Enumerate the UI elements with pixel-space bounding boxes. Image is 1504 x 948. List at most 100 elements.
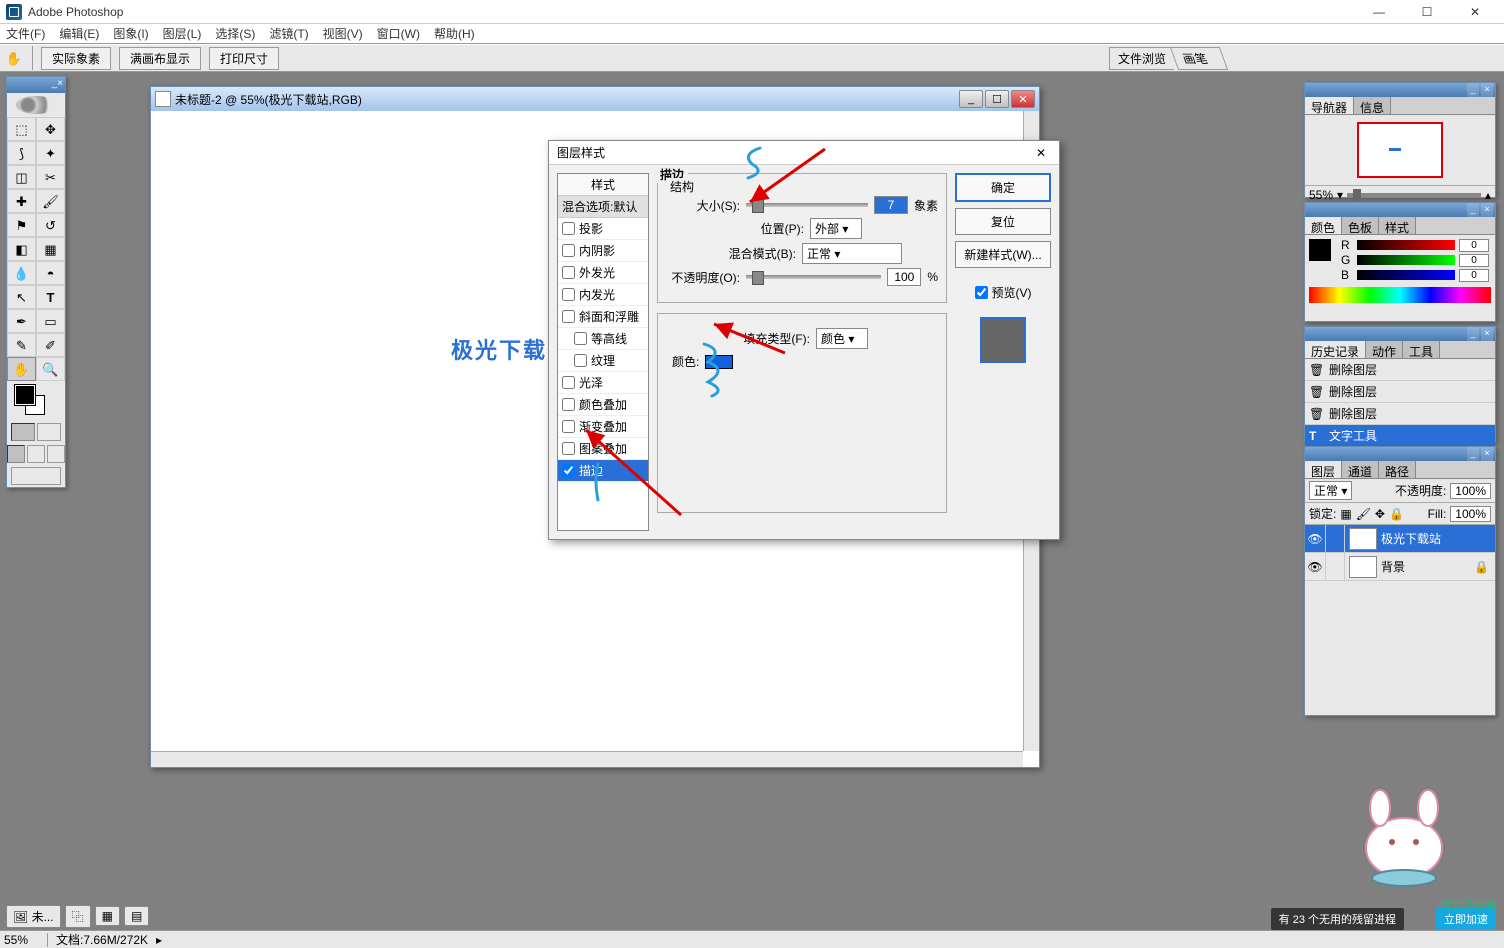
notes-tool-icon[interactable]: ✎ (7, 333, 36, 357)
hand-tool-icon[interactable]: ✋ (0, 44, 28, 72)
checkbox[interactable] (562, 376, 575, 389)
print-size-button[interactable]: 打印尺寸 (209, 47, 279, 70)
brush-tool-icon[interactable]: 🖌 (36, 189, 65, 213)
checkbox[interactable] (574, 332, 587, 345)
ok-button[interactable]: 确定 (955, 173, 1051, 202)
history-item[interactable]: 🗑删除图层 (1305, 381, 1495, 403)
style-texture[interactable]: 纹理 (558, 350, 648, 372)
style-contour[interactable]: 等高线 (558, 328, 648, 350)
g-slider[interactable] (1357, 255, 1455, 265)
position-select[interactable]: 外部 ▾ (810, 218, 862, 239)
file-browser-tab[interactable]: 文件浏览 (1109, 47, 1174, 70)
zoom-in-icon[interactable]: ▴ (1485, 188, 1491, 202)
style-satin[interactable]: 光泽 (558, 372, 648, 394)
checkbox[interactable] (562, 288, 575, 301)
style-color-overlay[interactable]: 颜色叠加 (558, 394, 648, 416)
screenmode-toggle[interactable] (7, 443, 65, 465)
menu-view[interactable]: 视图(V) (323, 25, 363, 42)
foreground-swatch[interactable] (1309, 239, 1331, 261)
horizontal-scrollbar[interactable] (151, 751, 1023, 767)
foreground-color-icon[interactable] (15, 385, 35, 405)
screen-standard-icon[interactable] (7, 445, 25, 463)
link-icon[interactable] (1325, 553, 1345, 580)
tab-channels[interactable]: 通道 (1342, 461, 1379, 478)
menu-filter[interactable]: 滤镜(T) (269, 25, 308, 42)
quickmask-mode-icon[interactable] (37, 423, 61, 441)
link-icon[interactable] (1325, 525, 1345, 552)
maximize-button[interactable]: ☐ (1412, 2, 1442, 22)
dialog-close-button[interactable]: ✕ (1031, 146, 1051, 160)
layer-row[interactable]: 👁 背景 🔒 (1305, 553, 1495, 581)
slice-tool-icon[interactable]: ✂ (36, 165, 65, 189)
checkbox[interactable] (562, 244, 575, 257)
path-tool-icon[interactable]: ↖ (7, 285, 36, 309)
blend-options-row[interactable]: 混合选项:默认 (558, 196, 648, 218)
spectrum-bar[interactable] (1309, 287, 1491, 303)
status-menu-icon[interactable]: ▸ (156, 933, 162, 947)
lasso-tool-icon[interactable]: ⟆ (7, 141, 36, 165)
screen-full-menu-icon[interactable] (27, 445, 45, 463)
size-slider[interactable] (746, 203, 868, 207)
opacity-input[interactable]: 100 (887, 268, 921, 286)
tab-info[interactable]: 信息 (1354, 97, 1391, 114)
type-tool-icon[interactable]: T (36, 285, 65, 309)
imageready-icon[interactable] (11, 467, 61, 485)
style-pattern-overlay[interactable]: 图案叠加 (558, 438, 648, 460)
doc-maximize-button[interactable]: ☐ (985, 90, 1009, 108)
stroke-color-swatch[interactable] (705, 355, 733, 369)
jump-to-imageready[interactable] (7, 465, 65, 487)
task-item[interactable]: 🖼 未... (6, 905, 61, 928)
tab-paths[interactable]: 路径 (1379, 461, 1416, 478)
nav-zoom-slider[interactable] (1347, 193, 1481, 197)
r-slider[interactable] (1357, 240, 1455, 250)
menu-select[interactable]: 选择(S) (215, 25, 255, 42)
style-outer-glow[interactable]: 外发光 (558, 262, 648, 284)
style-inner-glow[interactable]: 内发光 (558, 284, 648, 306)
navigator-thumbnail[interactable] (1305, 115, 1495, 185)
styles-header[interactable]: 样式 (558, 174, 648, 196)
history-brush-icon[interactable]: ↺ (36, 213, 65, 237)
shape-tool-icon[interactable]: ▭ (36, 309, 65, 333)
style-inner-shadow[interactable]: 内阴影 (558, 240, 648, 262)
tab-actions[interactable]: 动作 (1366, 341, 1403, 358)
menu-window[interactable]: 窗口(W) (377, 25, 420, 42)
dodge-tool-icon[interactable]: ◓ (36, 261, 65, 285)
task-arrange-icon[interactable]: ▤ (124, 906, 149, 926)
menu-layer[interactable]: 图层(L) (163, 25, 202, 42)
lock-paint-icon[interactable]: 🖌 (1356, 507, 1371, 521)
panel-header[interactable]: _× (1305, 327, 1495, 341)
panel-header[interactable]: _× (1305, 447, 1495, 461)
layer-name[interactable]: 极光下载站 (1381, 530, 1441, 547)
checkbox[interactable] (562, 398, 575, 411)
move-tool-icon[interactable]: ✥ (36, 117, 65, 141)
preview-checkbox[interactable]: 预览(V) (955, 284, 1051, 301)
cancel-button[interactable]: 复位 (955, 208, 1051, 235)
doc-close-button[interactable]: ✕ (1011, 90, 1035, 108)
opacity-input[interactable]: 100% (1450, 483, 1491, 499)
fill-input[interactable]: 100% (1450, 506, 1491, 522)
doc-minimize-button[interactable]: _ (959, 90, 983, 108)
visibility-icon[interactable]: 👁 (1305, 532, 1325, 546)
pen-tool-icon[interactable]: ✒ (7, 309, 36, 333)
actual-pixels-button[interactable]: 实际象素 (41, 47, 111, 70)
size-input[interactable]: 7 (874, 196, 908, 214)
wand-tool-icon[interactable]: ✦ (36, 141, 65, 165)
tab-styles[interactable]: 样式 (1379, 217, 1416, 234)
lock-trans-icon[interactable]: ▦ (1340, 507, 1351, 521)
blur-tool-icon[interactable]: 💧 (7, 261, 36, 285)
menu-file[interactable]: 文件(F) (6, 25, 45, 42)
tab-navigator[interactable]: 导航器 (1305, 97, 1354, 114)
menu-help[interactable]: 帮助(H) (434, 25, 475, 42)
zoom-out-icon[interactable]: ▾ (1337, 188, 1343, 202)
blendmode-select[interactable]: 正常 ▾ (802, 243, 902, 264)
menu-image[interactable]: 图象(I) (113, 25, 148, 42)
opacity-slider[interactable] (746, 275, 881, 279)
visibility-icon[interactable]: 👁 (1305, 560, 1325, 574)
tab-tools[interactable]: 工具 (1403, 341, 1440, 358)
b-slider[interactable] (1357, 270, 1455, 280)
new-style-button[interactable]: 新建样式(W)... (955, 241, 1051, 268)
document-titlebar[interactable]: 未标题-2 @ 55%(极光下载站,RGB) _ ☐ ✕ (151, 87, 1039, 111)
marquee-tool-icon[interactable]: ⬚ (7, 117, 36, 141)
r-value[interactable]: 0 (1459, 239, 1489, 252)
eraser-tool-icon[interactable]: ◧ (7, 237, 36, 261)
